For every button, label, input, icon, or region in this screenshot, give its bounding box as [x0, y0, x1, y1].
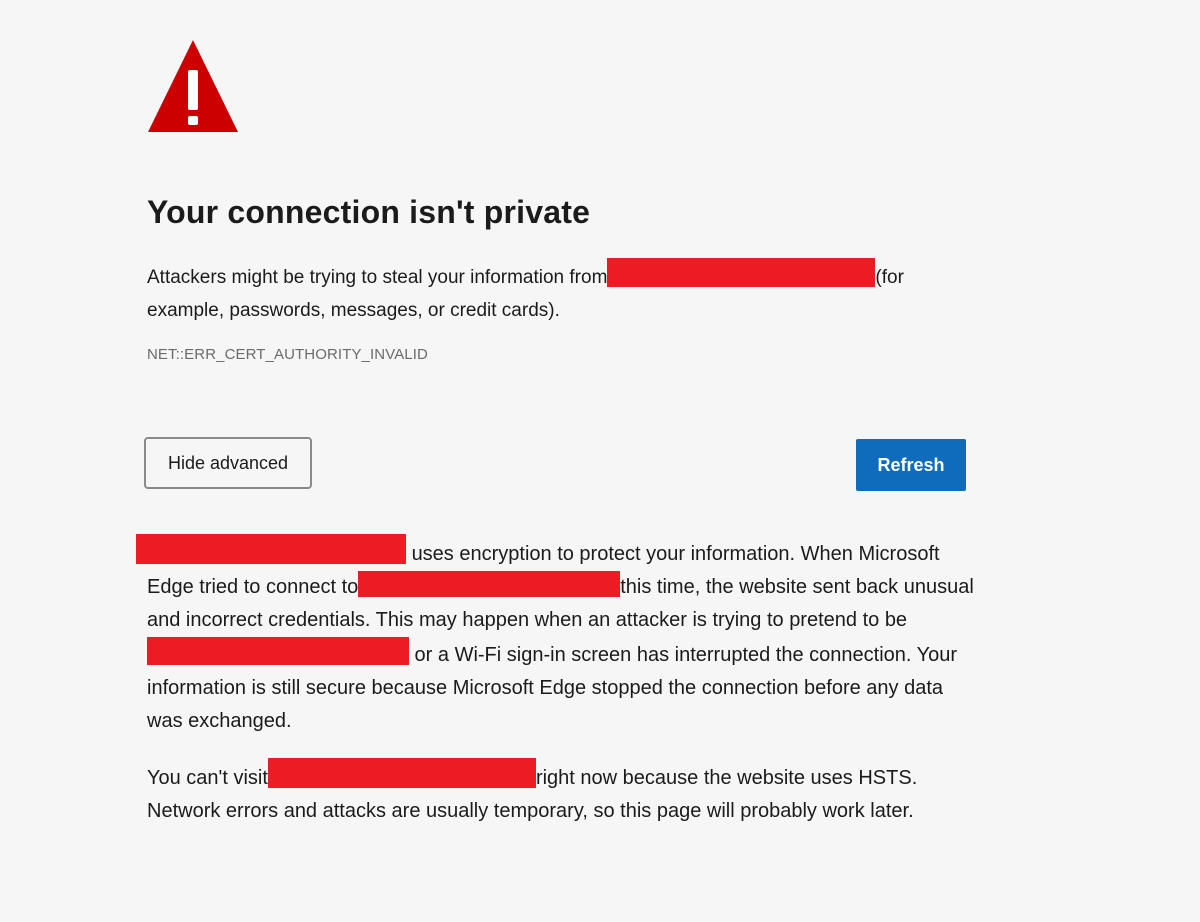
hsts-text-before: You can't visit	[147, 767, 268, 789]
redacted-site-name	[136, 534, 406, 564]
warning-summary: Attackers might be trying to steal your …	[147, 258, 977, 327]
hide-advanced-button[interactable]: Hide advanced	[144, 437, 312, 489]
page-title: Your connection isn't private	[147, 194, 591, 230]
refresh-button[interactable]: Refresh	[856, 439, 966, 491]
redacted-site-name	[358, 571, 621, 597]
advanced-details: uses encryption to protect your informat…	[136, 534, 977, 738]
warning-triangle-icon	[146, 38, 240, 134]
redacted-site-name	[147, 637, 409, 665]
redacted-site-name	[607, 258, 876, 287]
redacted-site-name	[267, 758, 536, 788]
hsts-message: You can't visit right now because the web…	[147, 758, 977, 828]
summary-text-before: Attackers might be trying to steal your …	[147, 267, 608, 288]
error-code: NET::ERR_CERT_AUTHORITY_INVALID	[147, 346, 428, 363]
